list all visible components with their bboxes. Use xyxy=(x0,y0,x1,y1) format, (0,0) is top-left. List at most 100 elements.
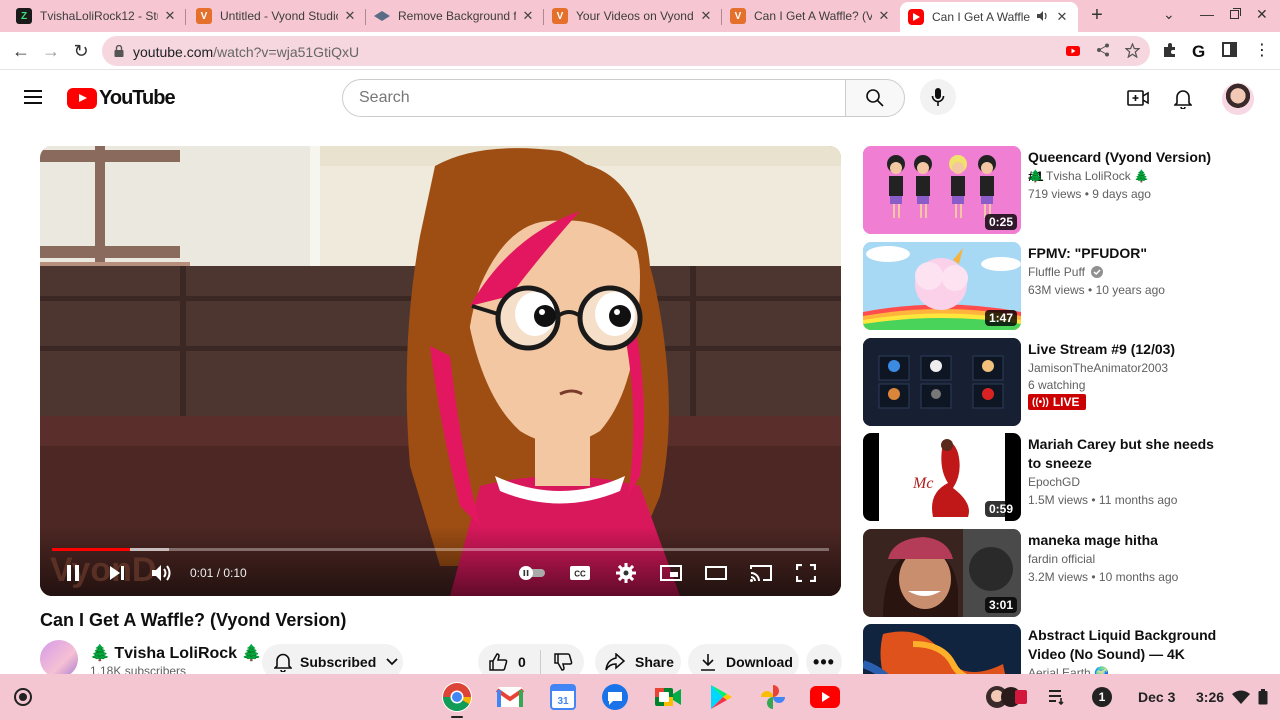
tab-your-videos-vyond[interactable]: V Your Videos on Vyond ✕ xyxy=(544,2,722,30)
recommendation-channel[interactable]: Fluffle Puff xyxy=(1028,265,1104,279)
close-icon[interactable]: ✕ xyxy=(876,8,892,24)
video-duration: 3:01 xyxy=(984,597,1017,613)
video-title: Can I Get A Waffle? (Vyond Version) xyxy=(40,610,347,630)
close-icon[interactable]: ✕ xyxy=(698,8,714,24)
close-icon[interactable]: ✕ xyxy=(1054,9,1070,25)
video-thumbnail[interactable] xyxy=(863,338,1021,426)
minimize-icon[interactable]: — xyxy=(1200,6,1214,22)
video-thumbnail[interactable]: 3:01 xyxy=(863,529,1021,617)
date-display[interactable]: Dec 3 xyxy=(1138,682,1175,712)
recommendation-channel[interactable]: fardin official xyxy=(1028,552,1095,566)
calendar-app-icon[interactable]: 31 xyxy=(548,682,578,712)
channel-avatar[interactable] xyxy=(40,640,78,678)
tab-title: Untitled - Vyond Studio xyxy=(220,9,338,23)
microphone-icon xyxy=(931,88,945,106)
new-tab-button[interactable]: + xyxy=(1086,4,1108,26)
status-area[interactable]: 3:26 xyxy=(1196,682,1268,712)
youtube-logo[interactable]: YouTube xyxy=(67,87,176,109)
close-icon[interactable]: ✕ xyxy=(520,8,536,24)
recommendation-title[interactable]: Mariah Carey but she needs to sneeze xyxy=(1028,435,1228,473)
share-icon[interactable] xyxy=(1096,43,1112,59)
messages-app-icon[interactable] xyxy=(600,682,630,712)
video-thumbnail[interactable] xyxy=(863,624,1021,674)
recommendation-channel[interactable]: 🌲 Tvisha LoliRock 🌲 xyxy=(1028,169,1149,183)
dislike-button[interactable] xyxy=(541,652,573,672)
voice-search-button[interactable] xyxy=(920,79,956,115)
url-text[interactable]: youtube.com/watch?v=wja51GtiQxU xyxy=(133,44,359,60)
tab-can-i-get-a-waffle-vyond[interactable]: V Can I Get A Waffle? (Vy ✕ xyxy=(722,2,900,30)
recommendation-channel[interactable]: EpochGD xyxy=(1028,475,1080,489)
hamburger-menu-icon[interactable] xyxy=(24,90,42,104)
fullscreen-button[interactable] xyxy=(794,561,818,585)
recommendation-item[interactable]: 1:47 FPMV: "PFUDOR" Fluffle Puff 63M vie… xyxy=(863,242,1263,330)
window-close-icon[interactable]: ✕ xyxy=(1256,6,1268,23)
tab-remove-background[interactable]: Remove Background fr ✕ xyxy=(366,2,544,30)
recommendation-item[interactable]: 3:01 maneka mage hitha fardin official 3… xyxy=(863,529,1263,617)
tab-youtube-active[interactable]: Can I Get A Waffle ✕ xyxy=(900,2,1078,32)
recommendation-channel[interactable]: Aerial Earth 🌍 xyxy=(1028,666,1109,674)
speaker-icon[interactable] xyxy=(1036,10,1050,25)
live-label: LIVE xyxy=(1052,395,1080,409)
reload-icon[interactable]: ↻ xyxy=(70,40,92,62)
user-avatar[interactable] xyxy=(1222,83,1254,115)
autoplay-toggle[interactable] xyxy=(516,561,548,585)
recommendation-item[interactable]: Live Stream #9 (12/03) JamisonTheAnimato… xyxy=(863,338,1263,426)
gmail-app-icon[interactable] xyxy=(495,682,525,712)
video-thumbnail[interactable]: 1:47 xyxy=(863,242,1021,330)
recommendation-title[interactable]: maneka mage hitha xyxy=(1028,531,1228,550)
pause-button[interactable] xyxy=(62,561,84,585)
address-bar[interactable]: youtube.com/watch?v=wja51GtiQxU xyxy=(102,36,1150,66)
google-photos-app-icon[interactable] xyxy=(758,682,788,712)
bookmark-star-icon[interactable] xyxy=(1124,42,1141,59)
volume-button[interactable] xyxy=(150,561,174,585)
recommendation-channel[interactable]: JamisonTheAnimator2003 xyxy=(1028,361,1168,375)
close-icon[interactable]: ✕ xyxy=(342,8,358,24)
youtube-play-logo-icon xyxy=(67,87,97,109)
back-arrow-icon[interactable]: ← xyxy=(10,40,32,62)
chrome-app-icon[interactable] xyxy=(442,682,472,712)
grammarly-g-icon[interactable]: G xyxy=(1192,42,1210,61)
recommendation-title[interactable]: FPMV: "PFUDOR" xyxy=(1028,244,1228,263)
channel-name[interactable]: 🌲 Tvisha LoliRock 🌲 xyxy=(90,643,261,663)
captions-button[interactable]: CC xyxy=(568,561,592,585)
video-player[interactable]: VyonD 0:01 / 0:10 CC xyxy=(40,146,841,596)
launcher-button[interactable] xyxy=(14,688,32,706)
recommendation-item[interactable]: Mc 0:59 Mariah Carey but she needs to sn… xyxy=(863,433,1263,521)
tray-avatars[interactable] xyxy=(985,682,1027,712)
recommendation-item[interactable]: Abstract Liquid Background Video (No Sou… xyxy=(863,624,1263,674)
theater-mode-button[interactable] xyxy=(703,561,729,585)
clipboard-icon[interactable] xyxy=(1048,682,1066,712)
restore-icon[interactable] xyxy=(1230,6,1241,22)
cast-button[interactable] xyxy=(748,561,774,585)
search-input[interactable] xyxy=(343,80,845,116)
create-video-icon[interactable] xyxy=(1127,87,1149,109)
progress-bar[interactable] xyxy=(52,548,829,551)
share-arrow-icon xyxy=(605,653,625,671)
tab-vyond-studio[interactable]: V Untitled - Vyond Studio ✕ xyxy=(188,2,366,30)
youtube-extension-icon[interactable] xyxy=(1066,43,1082,59)
meet-app-icon[interactable] xyxy=(653,682,683,712)
like-button[interactable]: 0 xyxy=(478,652,540,672)
close-icon[interactable]: ✕ xyxy=(162,8,178,24)
tab-search-chevron-icon[interactable]: ⌄ xyxy=(1163,6,1175,23)
recommendation-title[interactable]: Live Stream #9 (12/03) xyxy=(1028,340,1228,359)
recommendation-title[interactable]: Abstract Liquid Background Video (No Sou… xyxy=(1028,626,1228,664)
recommendation-item[interactable]: 0:25 Queencard (Vyond Version) #1 🌲 Tvis… xyxy=(863,146,1263,234)
next-button[interactable] xyxy=(106,561,128,585)
video-thumbnail[interactable]: Mc 0:59 xyxy=(863,433,1021,521)
play-store-app-icon[interactable] xyxy=(706,682,736,712)
tab-tvisha-studio[interactable]: Z TvishaLoliRock12 - Stu ✕ xyxy=(8,2,186,30)
settings-button[interactable] xyxy=(614,561,638,585)
youtube-app-icon[interactable] xyxy=(810,682,840,712)
extensions-puzzle-icon[interactable] xyxy=(1162,42,1180,60)
more-vert-icon[interactable]: ⋮ xyxy=(1254,42,1272,60)
lock-icon[interactable] xyxy=(114,44,124,57)
search-box[interactable] xyxy=(342,79,846,117)
video-thumbnail[interactable]: 0:25 xyxy=(863,146,1021,234)
notification-counter[interactable]: 1 xyxy=(1092,682,1112,712)
forward-arrow-icon[interactable]: → xyxy=(40,40,62,62)
notifications-bell-icon[interactable] xyxy=(1172,87,1194,109)
search-button[interactable] xyxy=(845,79,905,117)
miniplayer-button[interactable] xyxy=(658,561,684,585)
side-panel-icon[interactable] xyxy=(1222,42,1240,60)
